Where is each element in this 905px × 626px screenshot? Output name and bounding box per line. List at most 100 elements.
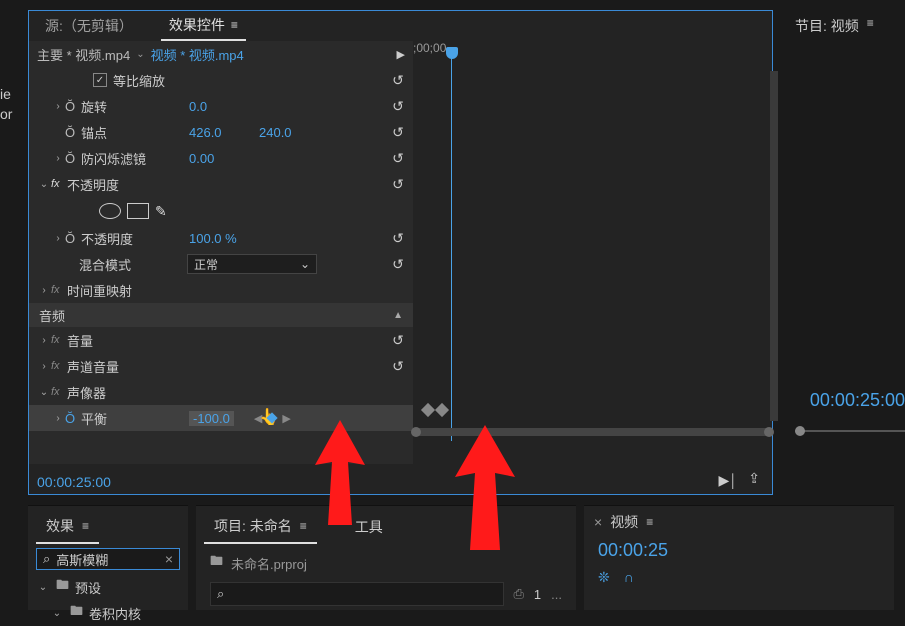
menu-icon[interactable]: ≡ [82,519,89,533]
opacity-value[interactable]: 100.0 % [189,231,259,246]
twist-icon[interactable]: › [37,285,51,296]
fx-badge-icon[interactable]: fx [51,284,67,296]
export-icon[interactable]: ⇪ [748,470,760,490]
opacity-group-row[interactable]: ⌄ fx 不透明度 ↺ [29,171,413,197]
blend-mode-dropdown[interactable]: 正常 ⌄ [187,254,317,274]
stopwatch-icon[interactable]: Ŏ [65,231,81,246]
twist-icon[interactable]: › [51,413,65,424]
tab-tools[interactable]: 工具 [345,510,393,544]
play-icon[interactable]: ▶ [397,48,405,61]
pen-mask-icon[interactable]: ✎ [155,203,167,220]
fx-badge-icon[interactable]: fx [51,360,67,372]
menu-icon[interactable]: ≡ [867,16,874,36]
anchor-y-value[interactable]: 240.0 [259,125,319,140]
twist-icon[interactable]: › [51,233,65,244]
uniform-scale-checkbox[interactable]: ✓ [93,73,107,87]
stopwatch-icon[interactable]: Ŏ [65,151,81,166]
menu-icon[interactable]: ≡ [646,515,653,529]
uniform-scale-row: ✓ 等比缩放 ↺ [29,67,413,93]
balance-value[interactable]: -100.0 [189,411,234,426]
effects-search-input[interactable] [56,552,146,567]
mask-shapes-row: ✎ [29,197,413,225]
rotation-value[interactable]: 0.0 [189,99,259,114]
reset-icon[interactable]: ↺ [383,332,413,349]
collapse-icon[interactable]: ▲ [393,310,403,321]
twist-icon[interactable]: › [37,361,51,372]
panel-footer-icons: ▶￨ ⇪ [718,470,760,490]
vertical-scrollbar[interactable] [770,71,778,421]
channel-volume-row[interactable]: › fx 声道音量 ↺ [29,353,413,379]
keyframe-markers [423,405,447,415]
tab-source[interactable]: 源:（无剪辑） [37,12,141,40]
chevron-down-icon: ⌄ [300,257,310,271]
volume-row[interactable]: › fx 音量 ↺ [29,327,413,353]
tab-sequence[interactable]: × 视频 ≡ [584,506,894,538]
reset-icon[interactable]: ↺ [383,176,413,193]
sequence-clip-name[interactable]: 视频 * 视频.mp4 [151,45,244,64]
preset-subfolder[interactable]: ⌄ 🖿 卷积内核 [28,600,188,626]
fx-badge-icon[interactable]: fx [51,334,67,346]
filter-icon[interactable]: ⎙ [514,586,524,602]
anchor-row: › Ŏ 锚点 426.0 240.0 ↺ [29,119,413,145]
reset-icon[interactable]: ↺ [383,98,413,115]
folder-icon: 🖿 [70,602,83,624]
playhead-line[interactable] [451,51,452,441]
time-remap-row[interactable]: › fx 时间重映射 [29,277,413,303]
audio-section-header[interactable]: 音频 ▲ [29,303,413,327]
balance-row: › Ŏ 平衡 -100.0 👆 ◀ ▶ [29,405,413,431]
project-panel: 项目: 未命名 ≡ 工具 🖿 未命名.prproj ⌕ ⎙ 1 ... [196,505,576,610]
rotation-row: › Ŏ 旋转 0.0 ↺ [29,93,413,119]
preset-folder[interactable]: ⌄ 🖿 预设 [28,574,188,600]
snap-icon[interactable]: ❊ [598,569,610,586]
twist-icon[interactable]: › [51,153,65,164]
panner-row[interactable]: ⌄ fx 声像器 [29,379,413,405]
mini-timeline[interactable]: ;00;00 [413,41,772,464]
menu-icon[interactable]: ≡ [300,519,307,533]
current-timecode[interactable]: 00:00:25:00 [37,474,111,490]
playhead-handle[interactable] [446,47,458,59]
rect-mask-icon[interactable] [127,203,149,219]
folder-icon: 🖿 [56,576,69,598]
stopwatch-on-icon[interactable]: Ŏ [65,411,81,426]
master-clip-name[interactable]: 主要 * 视频.mp4 [37,45,130,64]
effects-search[interactable]: ⌕ × [36,548,180,570]
program-timecode[interactable]: 00:00:25:00 [810,390,905,411]
twist-open-icon[interactable]: ⌄ [37,179,51,190]
reset-icon[interactable]: ↺ [383,150,413,167]
close-icon[interactable]: × [594,514,602,530]
bin-icon[interactable]: 🖿 [210,552,223,574]
stopwatch-icon[interactable]: Ŏ [65,99,81,114]
search-icon: ⌕ [43,551,50,567]
fx-badge-icon[interactable]: fx [51,178,67,190]
keyframe-diamond-icon[interactable] [435,403,449,417]
reset-icon[interactable]: ↺ [383,124,413,141]
twist-open-icon[interactable]: ⌄ [37,387,51,398]
anchor-x-value[interactable]: 426.0 [189,125,259,140]
clear-icon[interactable]: × [165,551,173,567]
project-search[interactable]: ⌕ [210,582,504,606]
antiflicker-value[interactable]: 0.00 [189,151,259,166]
menu-icon[interactable]: ≡ [231,18,238,32]
tab-project[interactable]: 项目: 未命名 ≡ [204,510,317,544]
keyframe-diamond-icon[interactable] [421,403,435,417]
reset-icon[interactable]: ↺ [383,230,413,247]
ellipse-mask-icon[interactable] [99,203,121,219]
program-tab[interactable]: 节目: 视频 ≡ [785,10,905,42]
play-only-icon[interactable]: ▶￨ [718,470,736,490]
tab-effects[interactable]: 效果 ≡ [36,510,99,544]
timeline-scrollbar[interactable] [413,428,772,436]
stopwatch-icon[interactable]: Ŏ [65,125,81,140]
fx-badge-icon[interactable]: fx [51,386,67,398]
next-keyframe-icon[interactable]: ▶ [282,412,290,425]
twist-icon[interactable]: › [37,335,51,346]
tab-effect-controls[interactable]: 效果控件 ≡ [161,11,246,41]
twist-icon[interactable]: › [51,101,65,112]
chevron-down-icon[interactable]: ⌄ [136,49,144,60]
sequence-timecode[interactable]: 00:00:25 [584,538,894,563]
magnet-icon[interactable]: ∩ [624,569,634,586]
program-zoom-slider[interactable] [795,430,905,432]
reset-icon[interactable]: ↺ [383,256,413,273]
reset-icon[interactable]: ↺ [383,358,413,375]
reset-icon[interactable]: ↺ [383,72,413,89]
program-monitor-panel: 节目: 视频 ≡ 00:00:25:00 [785,10,905,42]
